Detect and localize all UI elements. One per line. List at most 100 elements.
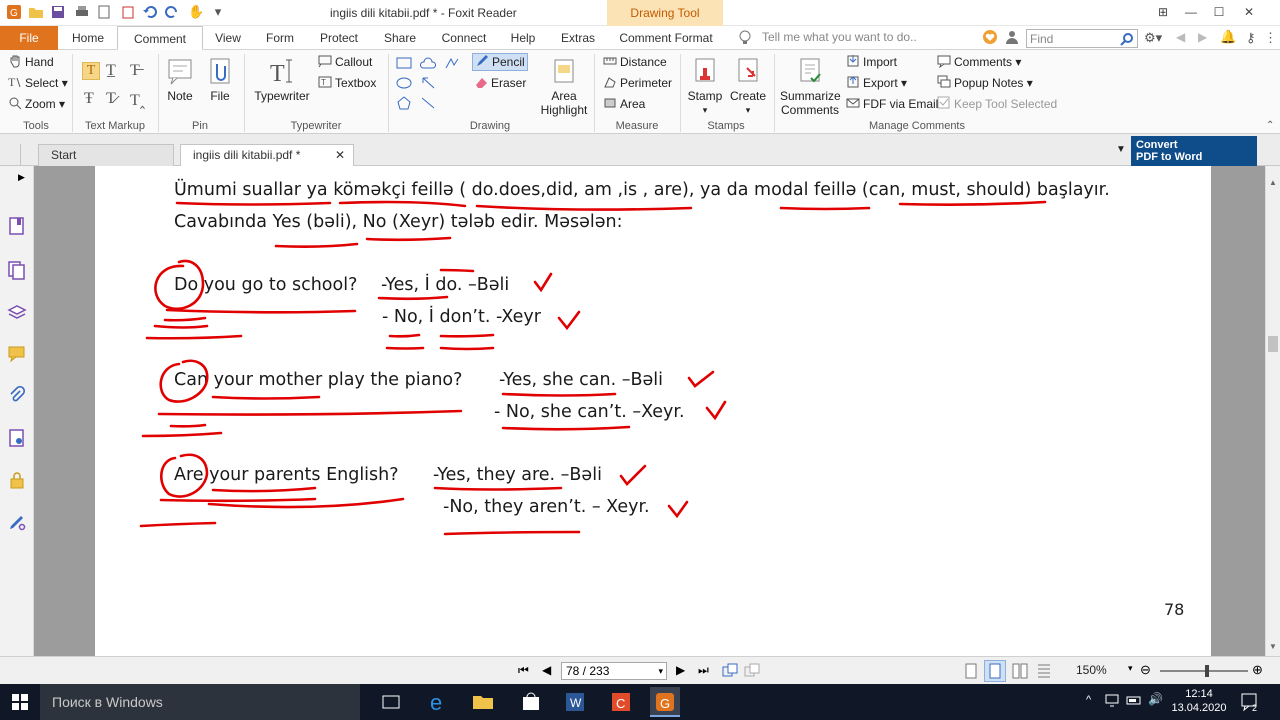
- zoom-tool[interactable]: Zoom ▾: [8, 96, 65, 111]
- search-icon[interactable]: [1120, 32, 1134, 46]
- scrollbar-thumb[interactable]: [1268, 336, 1278, 352]
- cloud-icon[interactable]: [419, 56, 437, 73]
- windows-search-box[interactable]: Поиск в Windows: [40, 684, 360, 720]
- find-input[interactable]: Find: [1026, 29, 1138, 48]
- zoom-out-icon[interactable]: ⊖: [1140, 662, 1151, 678]
- drawing-tool-context-tab[interactable]: Drawing Tool: [607, 0, 723, 26]
- hand-tool[interactable]: Hand: [8, 54, 54, 69]
- tab-help[interactable]: Help: [502, 26, 544, 50]
- facing-view-icon[interactable]: [1012, 663, 1028, 682]
- first-page-icon[interactable]: ⏮: [518, 663, 529, 678]
- more-icon[interactable]: ⋮: [1264, 30, 1277, 46]
- expand-panel-arrow-icon[interactable]: ▶: [18, 172, 25, 183]
- last-page-icon[interactable]: ⏭: [698, 663, 709, 678]
- arrow-icon[interactable]: [420, 76, 436, 93]
- scroll-down-arrow-icon[interactable]: ▼: [1269, 642, 1277, 651]
- replace-text-icon[interactable]: T̷: [106, 90, 116, 108]
- volume-icon[interactable]: 🔊: [1148, 692, 1163, 706]
- zoom-slider-thumb[interactable]: [1205, 665, 1209, 677]
- tray-chevron-icon[interactable]: ^: [1086, 694, 1091, 706]
- callout-button[interactable]: Callout: [318, 54, 372, 69]
- tab-list-dropdown-icon[interactable]: ▼: [1116, 144, 1126, 155]
- rectangle-icon[interactable]: [396, 56, 412, 73]
- area-highlight-button[interactable]: Area Highlight: [538, 56, 590, 117]
- popup-notes-dropdown[interactable]: Popup Notes ▾: [937, 75, 1033, 90]
- save-icon[interactable]: [50, 4, 66, 20]
- next-arrow-icon[interactable]: ▶: [1198, 30, 1207, 44]
- page-dropdown-icon[interactable]: ▾: [658, 663, 663, 679]
- system-clock[interactable]: 12:14 13.04.2020: [1168, 687, 1230, 715]
- zoom-dropdown-icon[interactable]: ▾: [1128, 663, 1133, 674]
- network-icon[interactable]: [1104, 692, 1120, 711]
- pencil-button[interactable]: Pencil: [472, 53, 528, 71]
- comments-dropdown[interactable]: Comments ▾: [937, 54, 1021, 69]
- open-icon[interactable]: [28, 4, 44, 20]
- tab-protect[interactable]: Protect: [312, 26, 366, 50]
- previous-view-icon[interactable]: [722, 663, 738, 680]
- export-button[interactable]: Export ▾: [846, 75, 907, 90]
- convert-pdf-to-word-banner[interactable]: Convert PDF to Word: [1131, 136, 1257, 166]
- customize-chevron-icon[interactable]: ▾: [210, 4, 226, 20]
- select-tool[interactable]: T Select ▾: [8, 75, 68, 90]
- foxit-reader-taskbar-icon[interactable]: G: [650, 687, 680, 717]
- tab-view[interactable]: View: [208, 26, 248, 50]
- tab-home[interactable]: Home: [64, 26, 112, 50]
- minimize-button[interactable]: —: [1180, 2, 1202, 22]
- bell-icon[interactable]: 🔔: [1220, 29, 1236, 45]
- area-measure-button[interactable]: Area: [603, 96, 645, 111]
- tab-comment-format[interactable]: Comment Format: [608, 26, 724, 50]
- vertical-scrollbar[interactable]: ▲ ▼: [1265, 166, 1280, 656]
- polyline-icon[interactable]: [444, 56, 460, 73]
- scroll-up-arrow-icon[interactable]: ▲: [1269, 178, 1277, 187]
- previous-page-icon[interactable]: ◀: [542, 663, 551, 677]
- summarize-comments-button[interactable]: Summarize Comments: [780, 56, 841, 117]
- user-icon[interactable]: [1004, 29, 1020, 48]
- edge-browser-icon[interactable]: e: [424, 687, 454, 717]
- insert-text-icon[interactable]: T‸: [130, 90, 145, 110]
- continuous-facing-view-icon[interactable]: [1036, 663, 1052, 682]
- tab-share[interactable]: Share: [376, 26, 424, 50]
- bookmark-page-icon[interactable]: [7, 216, 27, 236]
- perimeter-button[interactable]: Perimeter: [603, 75, 672, 90]
- battery-icon[interactable]: [1126, 692, 1142, 711]
- attachments-paperclip-icon[interactable]: [7, 385, 27, 406]
- redo-icon[interactable]: [164, 4, 180, 20]
- prev-arrow-icon[interactable]: ◀: [1176, 30, 1185, 44]
- heart-icon[interactable]: [982, 29, 998, 48]
- tab-connect[interactable]: Connect: [432, 26, 496, 50]
- action-center-icon[interactable]: 2: [1240, 692, 1262, 715]
- note-button[interactable]: Note: [162, 56, 198, 103]
- store-icon[interactable]: [516, 687, 546, 717]
- oval-icon[interactable]: [396, 76, 412, 93]
- security-lock-icon[interactable]: [7, 470, 27, 490]
- fdf-via-email-button[interactable]: FDF via Email: [846, 96, 938, 111]
- squiggly-text-icon[interactable]: Ŧ: [84, 90, 94, 108]
- line-icon[interactable]: [420, 96, 436, 113]
- zoom-slider-track[interactable]: [1160, 670, 1248, 672]
- eraser-button[interactable]: Eraser: [474, 75, 526, 90]
- close-tab-icon[interactable]: ✕: [335, 145, 345, 165]
- page-icon[interactable]: [96, 4, 112, 20]
- highlight-text-button[interactable]: T: [82, 62, 100, 80]
- next-page-icon[interactable]: ▶: [676, 663, 685, 677]
- zoom-in-icon[interactable]: ⊕: [1252, 662, 1263, 678]
- tab-comment[interactable]: Comment: [117, 26, 203, 50]
- tell-me-box[interactable]: Tell me what you want to do..: [762, 30, 917, 44]
- stamp-button[interactable]: Stamp ▾: [686, 56, 724, 117]
- sign-pen-icon[interactable]: [7, 512, 27, 532]
- settings-gear-icon[interactable]: ⚙▾: [1144, 30, 1162, 46]
- print-icon[interactable]: [74, 4, 90, 20]
- continuous-view-icon[interactable]: [984, 660, 1006, 682]
- windows-start-icon[interactable]: [12, 694, 28, 713]
- underline-text-icon[interactable]: T̲: [106, 62, 116, 80]
- layers-icon[interactable]: [7, 302, 27, 322]
- tab-file[interactable]: File: [0, 26, 58, 50]
- task-view-icon[interactable]: [376, 687, 406, 717]
- red-app-icon[interactable]: C: [606, 687, 636, 717]
- word-app-icon[interactable]: W: [560, 687, 590, 717]
- distance-button[interactable]: Distance: [603, 54, 667, 69]
- strikeout-text-icon[interactable]: T̶: [130, 62, 140, 80]
- pdf-page[interactable]: Ümumi suallar ya köməkçi feillə ( do.doe…: [95, 166, 1211, 656]
- import-button[interactable]: Import: [846, 54, 897, 69]
- close-button[interactable]: ✕: [1238, 2, 1260, 22]
